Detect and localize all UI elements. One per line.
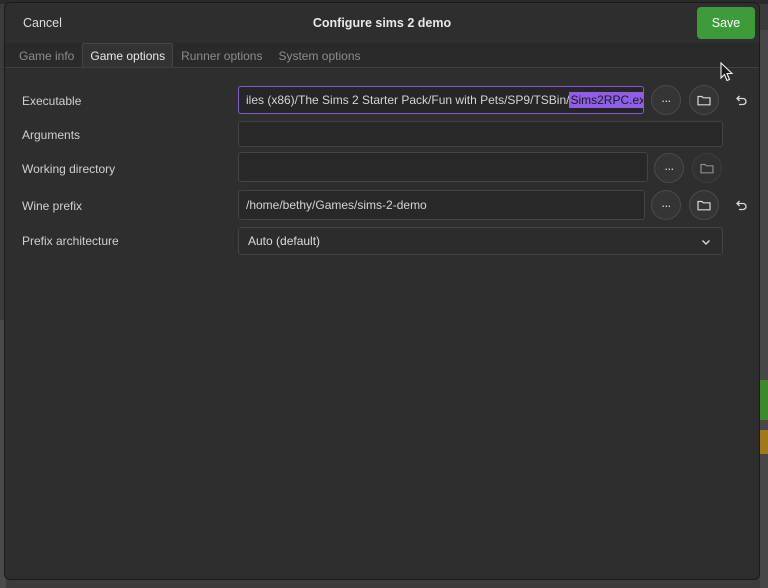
executable-label: Executable	[22, 94, 82, 108]
executable-browse-button[interactable]: ...	[651, 85, 681, 115]
tab-runner-options[interactable]: Runner options	[173, 43, 270, 67]
arguments-input[interactable]	[238, 121, 723, 147]
configure-dialog: Cancel Configure sims 2 demo Save Game i…	[4, 2, 760, 580]
executable-folder-button[interactable]	[689, 85, 719, 115]
working-directory-label: Working directory	[22, 162, 116, 176]
executable-input[interactable]: iles (x86)/The Sims 2 Starter Pack/Fun w…	[238, 86, 644, 114]
tab-game-info[interactable]: Game info	[11, 43, 82, 67]
prefix-architecture-dropdown[interactable]: Auto (default)	[238, 227, 723, 255]
prefix-architecture-selected: Auto (default)	[248, 234, 321, 248]
wine-prefix-input[interactable]: /home/bethy/Games/sims-2-demo	[238, 190, 645, 220]
folder-icon	[700, 163, 714, 174]
wine-prefix-browse-button[interactable]: ...	[651, 190, 681, 220]
mouse-pointer-icon	[720, 62, 734, 82]
tab-bar: Game info Game options Runner options Sy…	[5, 43, 759, 68]
background-game-cover-gold	[760, 430, 768, 454]
background-game-cover-green	[760, 380, 768, 420]
wine-prefix-folder-button[interactable]	[689, 190, 719, 220]
tab-game-options[interactable]: Game options	[82, 43, 174, 67]
more-dots-icon: ...	[664, 158, 674, 173]
more-dots-icon: ...	[661, 195, 671, 210]
executable-reset-undo-icon[interactable]	[734, 93, 748, 107]
folder-icon	[697, 200, 711, 211]
working-directory-folder-button[interactable]	[692, 153, 722, 183]
prefix-architecture-label: Prefix architecture	[22, 234, 119, 248]
save-button[interactable]: Save	[697, 7, 755, 39]
cancel-button[interactable]: Cancel	[11, 9, 74, 37]
wine-prefix-label: Wine prefix	[22, 199, 83, 213]
dialog-header: Cancel Configure sims 2 demo Save	[5, 3, 759, 43]
working-directory-input[interactable]	[238, 152, 648, 182]
executable-value: iles (x86)/The Sims 2 Starter Pack/Fun w…	[246, 93, 570, 107]
folder-icon	[697, 95, 711, 106]
chevron-down-icon	[702, 240, 710, 245]
executable-selected-text: Sims2RPC.exe	[569, 92, 643, 108]
tab-system-options[interactable]: System options	[270, 43, 368, 67]
more-dots-icon: ...	[661, 90, 671, 105]
working-directory-browse-button[interactable]: ...	[654, 153, 684, 183]
wine-prefix-reset-undo-icon[interactable]	[734, 198, 748, 212]
dialog-title: Configure sims 2 demo	[312, 16, 452, 30]
arguments-label: Arguments	[22, 128, 81, 142]
background-library-right	[760, 30, 768, 588]
